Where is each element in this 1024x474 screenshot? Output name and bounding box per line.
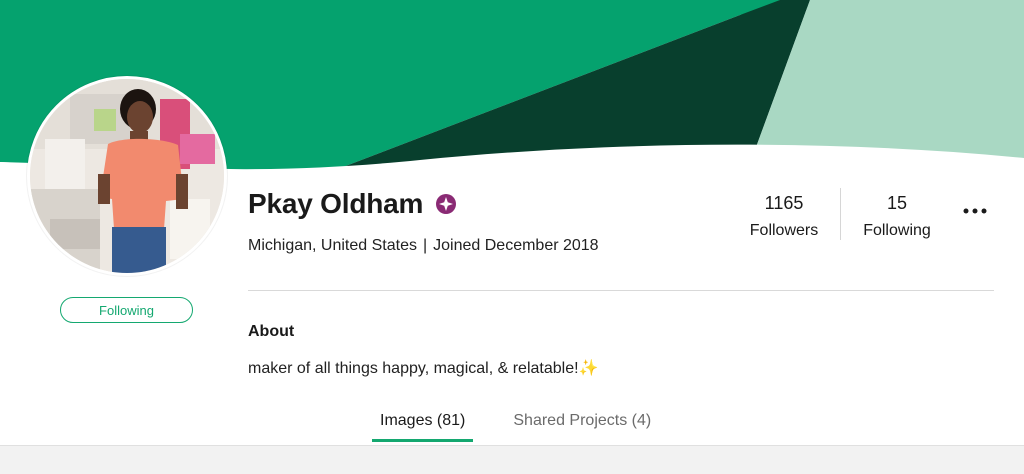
profile-tabs: Images (81) Shared Projects (4) [372,410,659,442]
verified-star-icon [435,193,457,215]
followers-stat[interactable]: 1165 Followers [740,188,828,244]
following-button[interactable]: Following [60,297,193,323]
meta-separator: | [422,237,428,254]
tab-shared-projects[interactable]: Shared Projects (4) [505,410,659,440]
profile-stats: 1165 Followers 15 Following [740,188,947,244]
avatar-photo [30,79,224,273]
content-area-top [0,445,1024,474]
about-heading: About [248,323,295,340]
sparkles-icon: ✨ [578,360,599,377]
stats-divider [840,188,841,240]
following-count: 15 [886,193,908,213]
following-stat[interactable]: 15 Following [847,188,947,244]
followers-label: Followers [749,222,819,239]
tab-images[interactable]: Images (81) [372,410,474,442]
more-horizontal-icon[interactable] [962,203,988,219]
about-text-body: maker of all things happy, magical, & re… [248,360,579,377]
profile-page: Following Pkay Oldham Michigan, United S… [0,0,1024,474]
profile-joined: Joined December 2018 [433,237,599,254]
about-text: maker of all things happy, magical, & re… [248,358,598,378]
profile-name: Pkay Oldham [248,188,424,219]
profile-meta: Michigan, United States | Joined Decembe… [248,237,599,255]
following-label: Following [863,222,931,239]
profile-avatar[interactable] [27,76,227,276]
profile-location: Michigan, United States [248,237,417,254]
following-button-label: Following [99,302,154,318]
followers-count: 1165 [764,193,804,213]
section-divider [248,290,994,291]
profile-name-row: Pkay Oldham [248,188,457,220]
